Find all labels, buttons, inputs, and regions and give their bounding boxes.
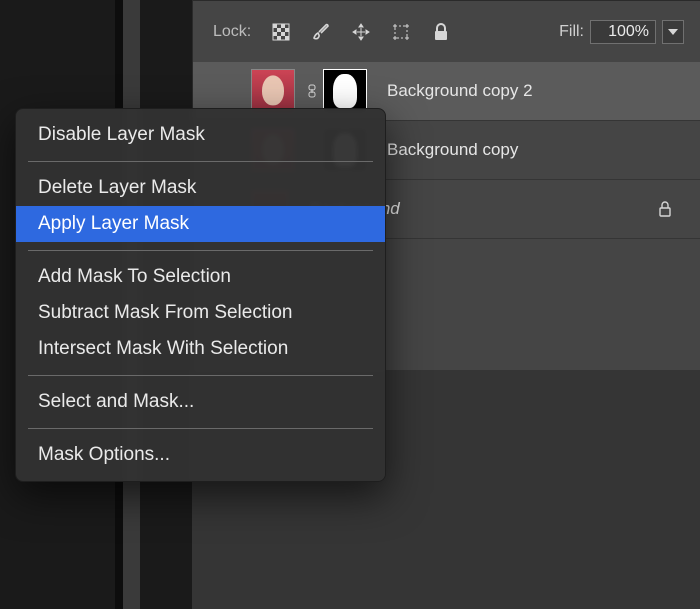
- menu-delete-layer-mask[interactable]: Delete Layer Mask: [16, 170, 385, 206]
- link-icon[interactable]: [307, 84, 319, 98]
- layer-name[interactable]: Background copy 2: [387, 81, 533, 101]
- menu-add-mask-to-selection[interactable]: Add Mask To Selection: [16, 259, 385, 295]
- menu-intersect-mask-with-selection[interactable]: Intersect Mask With Selection: [16, 331, 385, 367]
- menu-disable-layer-mask[interactable]: Disable Layer Mask: [16, 117, 385, 153]
- lock-label: Lock:: [213, 23, 251, 41]
- menu-separator: [28, 375, 373, 376]
- menu-separator: [28, 250, 373, 251]
- menu-separator: [28, 161, 373, 162]
- menu-subtract-mask-from-selection[interactable]: Subtract Mask From Selection: [16, 295, 385, 331]
- layer-mask-thumbnail[interactable]: [323, 69, 367, 113]
- layer-mask-context-menu: Disable Layer Mask Delete Layer Mask App…: [15, 108, 386, 482]
- fill-dropdown-chevron[interactable]: [662, 20, 684, 44]
- layer-name[interactable]: Background copy: [387, 140, 518, 160]
- menu-apply-layer-mask[interactable]: Apply Layer Mask: [16, 206, 385, 242]
- fill-label: Fill:: [559, 23, 584, 41]
- lock-brush-icon[interactable]: [309, 20, 333, 44]
- lock-artboard-icon[interactable]: [389, 20, 413, 44]
- fill-control: Fill: 100%: [559, 20, 684, 44]
- menu-mask-options[interactable]: Mask Options...: [16, 437, 385, 473]
- lock-toolbar: Lock: Fill: 100%: [193, 0, 700, 64]
- lock-transparency-icon[interactable]: [269, 20, 293, 44]
- fill-value-field[interactable]: 100%: [590, 20, 656, 44]
- menu-separator: [28, 428, 373, 429]
- menu-select-and-mask[interactable]: Select and Mask...: [16, 384, 385, 420]
- layer-thumbnail[interactable]: [251, 69, 295, 113]
- layer-locked-icon[interactable]: [658, 201, 672, 217]
- lock-all-icon[interactable]: [429, 20, 453, 44]
- lock-move-icon[interactable]: [349, 20, 373, 44]
